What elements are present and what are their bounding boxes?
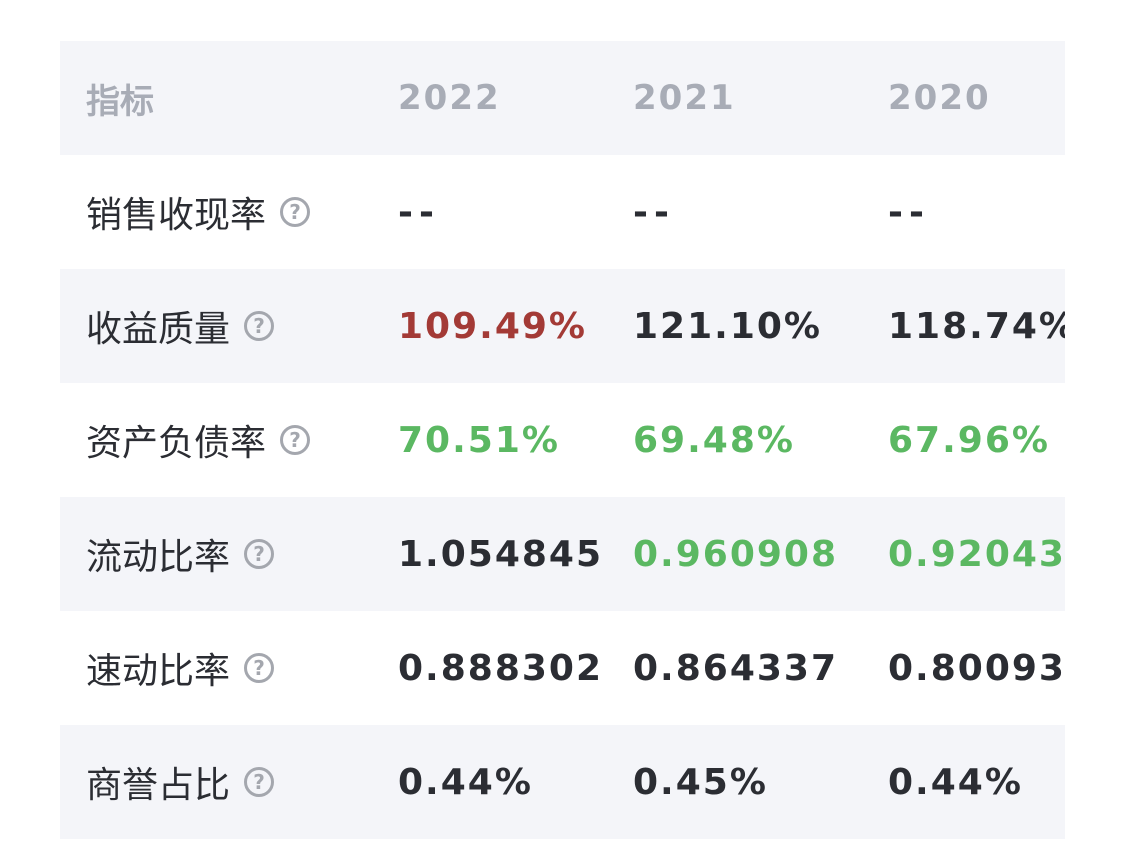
table-header-row: 指标 2022 2021 2020 [60,41,1065,155]
value-2022: 109.49% [398,305,587,347]
question-circle-icon[interactable]: ? [280,197,311,227]
metric-name: 流动比率 [86,537,231,578]
value-2020: 0.800936 [888,647,1065,689]
value-2021: 69.48% [633,419,795,461]
value-2022: 0.888302 [398,647,604,689]
value-2022: 70.51% [398,419,560,461]
table-row-goodwill-ratio: 商誉占比 ? 0.44% 0.45% 0.44% [60,725,1065,839]
value-2020: 0.920439 [888,533,1065,575]
question-circle-icon[interactable]: ? [244,311,275,341]
value-2020: 0.44% [888,761,1023,803]
question-circle-icon[interactable]: ? [280,425,311,455]
financial-indicators-table: 指标 2022 2021 2020 销售收现率 ? -- -- -- 收益质量 … [60,41,1065,839]
metric-cell: 流动比率 ? [86,497,275,611]
metric-name: 收益质量 [86,309,231,350]
metric-name: 商誉占比 [86,765,231,806]
column-header-2020[interactable]: 2020 [888,41,991,155]
metric-cell: 商誉占比 ? [86,725,275,839]
metric-cell: 资产负债率 ? [86,383,311,497]
column-header-2022[interactable]: 2022 [398,41,501,155]
value-2021: 0.45% [633,761,768,803]
value-2021: -- [633,191,675,233]
metric-name: 速动比率 [86,651,231,692]
table-row-earnings-quality: 收益质量 ? 109.49% 121.10% 118.74% [60,269,1065,383]
question-circle-icon[interactable]: ? [244,653,275,683]
value-2021: 0.960908 [633,533,839,575]
metric-cell: 收益质量 ? [86,269,275,383]
metric-name: 资产负债率 [86,423,267,464]
value-2021: 121.10% [633,305,822,347]
table-row-quick-ratio: 速动比率 ? 0.888302 0.864337 0.800936 [60,611,1065,725]
table-row-debt-asset-ratio: 资产负债率 ? 70.51% 69.48% 67.96% [60,383,1065,497]
table-row-sales-cash-ratio: 销售收现率 ? -- -- -- [60,155,1065,269]
value-2022: 1.054845 [398,533,604,575]
value-2020: 118.74% [888,305,1065,347]
value-2020: -- [888,191,930,233]
value-2020: 67.96% [888,419,1050,461]
question-circle-icon[interactable]: ? [244,539,275,569]
value-2022: 0.44% [398,761,533,803]
metric-name: 销售收现率 [86,195,267,236]
column-header-2021[interactable]: 2021 [633,41,736,155]
value-2022: -- [398,191,440,233]
column-header-indicator: 指标 [86,81,154,122]
table-row-current-ratio: 流动比率 ? 1.054845 0.960908 0.920439 [60,497,1065,611]
value-2021: 0.864337 [633,647,839,689]
question-circle-icon[interactable]: ? [244,767,275,797]
metric-cell: 销售收现率 ? [86,155,311,269]
metric-cell: 速动比率 ? [86,611,275,725]
